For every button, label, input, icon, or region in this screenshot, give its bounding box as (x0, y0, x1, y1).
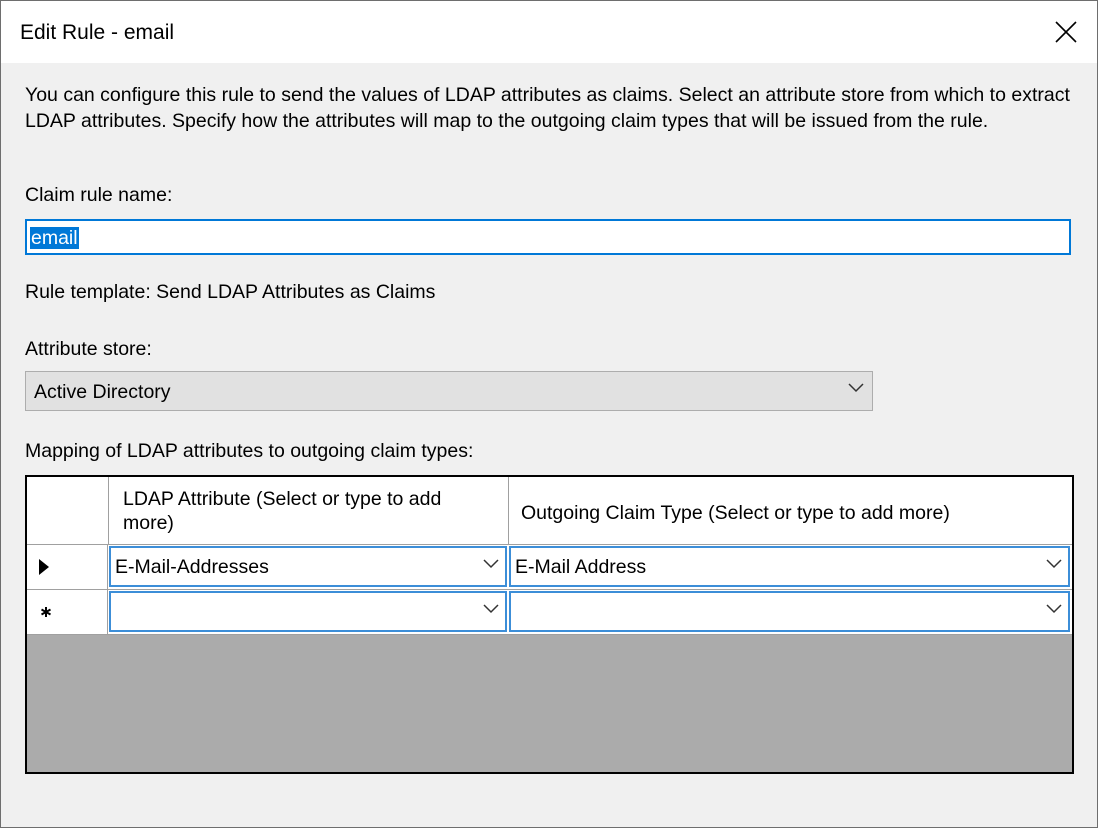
row-header[interactable] (27, 590, 108, 634)
column-header-outgoing-claim-type[interactable]: Outgoing Claim Type (Select or type to a… (509, 477, 1072, 544)
rule-template-text: Rule template: Send LDAP Attributes as C… (25, 281, 436, 303)
mapping-label: Mapping of LDAP attributes to outgoing c… (25, 440, 474, 462)
claim-rule-name-input[interactable]: email (25, 219, 1071, 255)
outgoing-claim-type-value: E-Mail Address (515, 556, 647, 578)
current-row-arrow-icon (39, 559, 49, 575)
claim-rule-name-label: Claim rule name: (25, 184, 173, 206)
grid-corner-header (27, 477, 109, 544)
attribute-store-value: Active Directory (34, 381, 171, 403)
row-header[interactable] (27, 545, 108, 589)
close-button[interactable] (1035, 1, 1097, 63)
attribute-store-dropdown[interactable]: Active Directory (25, 371, 873, 411)
ldap-attribute-dropdown[interactable]: E-Mail-Addresses (109, 546, 507, 587)
ldap-attribute-dropdown[interactable] (109, 591, 507, 632)
chevron-down-icon (1046, 604, 1062, 614)
edit-rule-dialog: Edit Rule - email You can configure this… (0, 0, 1098, 828)
chevron-down-icon (848, 383, 864, 393)
outgoing-claim-type-dropdown[interactable]: E-Mail Address (509, 546, 1070, 587)
ldap-attribute-value: E-Mail-Addresses (115, 556, 269, 578)
rule-description: You can configure this rule to send the … (25, 84, 1070, 132)
chevron-down-icon (483, 604, 499, 614)
outgoing-claim-type-dropdown[interactable] (509, 591, 1070, 632)
claim-rule-name-value: email (30, 227, 79, 249)
new-row-asterisk-icon (41, 607, 51, 617)
attribute-store-label: Attribute store: (25, 338, 152, 360)
column-header-ldap-attribute[interactable]: LDAP Attribute (Select or type to add mo… (109, 477, 509, 544)
close-icon (1055, 21, 1077, 43)
table-row: E-Mail-Addresses E-Mail Address (27, 545, 1072, 590)
table-row (27, 590, 1072, 635)
chevron-down-icon (483, 559, 499, 569)
title-bar: Edit Rule - email (1, 1, 1097, 63)
chevron-down-icon (1046, 559, 1062, 569)
window-title: Edit Rule - email (20, 21, 175, 44)
grid-header: LDAP Attribute (Select or type to add mo… (27, 477, 1072, 545)
mapping-grid: LDAP Attribute (Select or type to add mo… (25, 475, 1074, 774)
